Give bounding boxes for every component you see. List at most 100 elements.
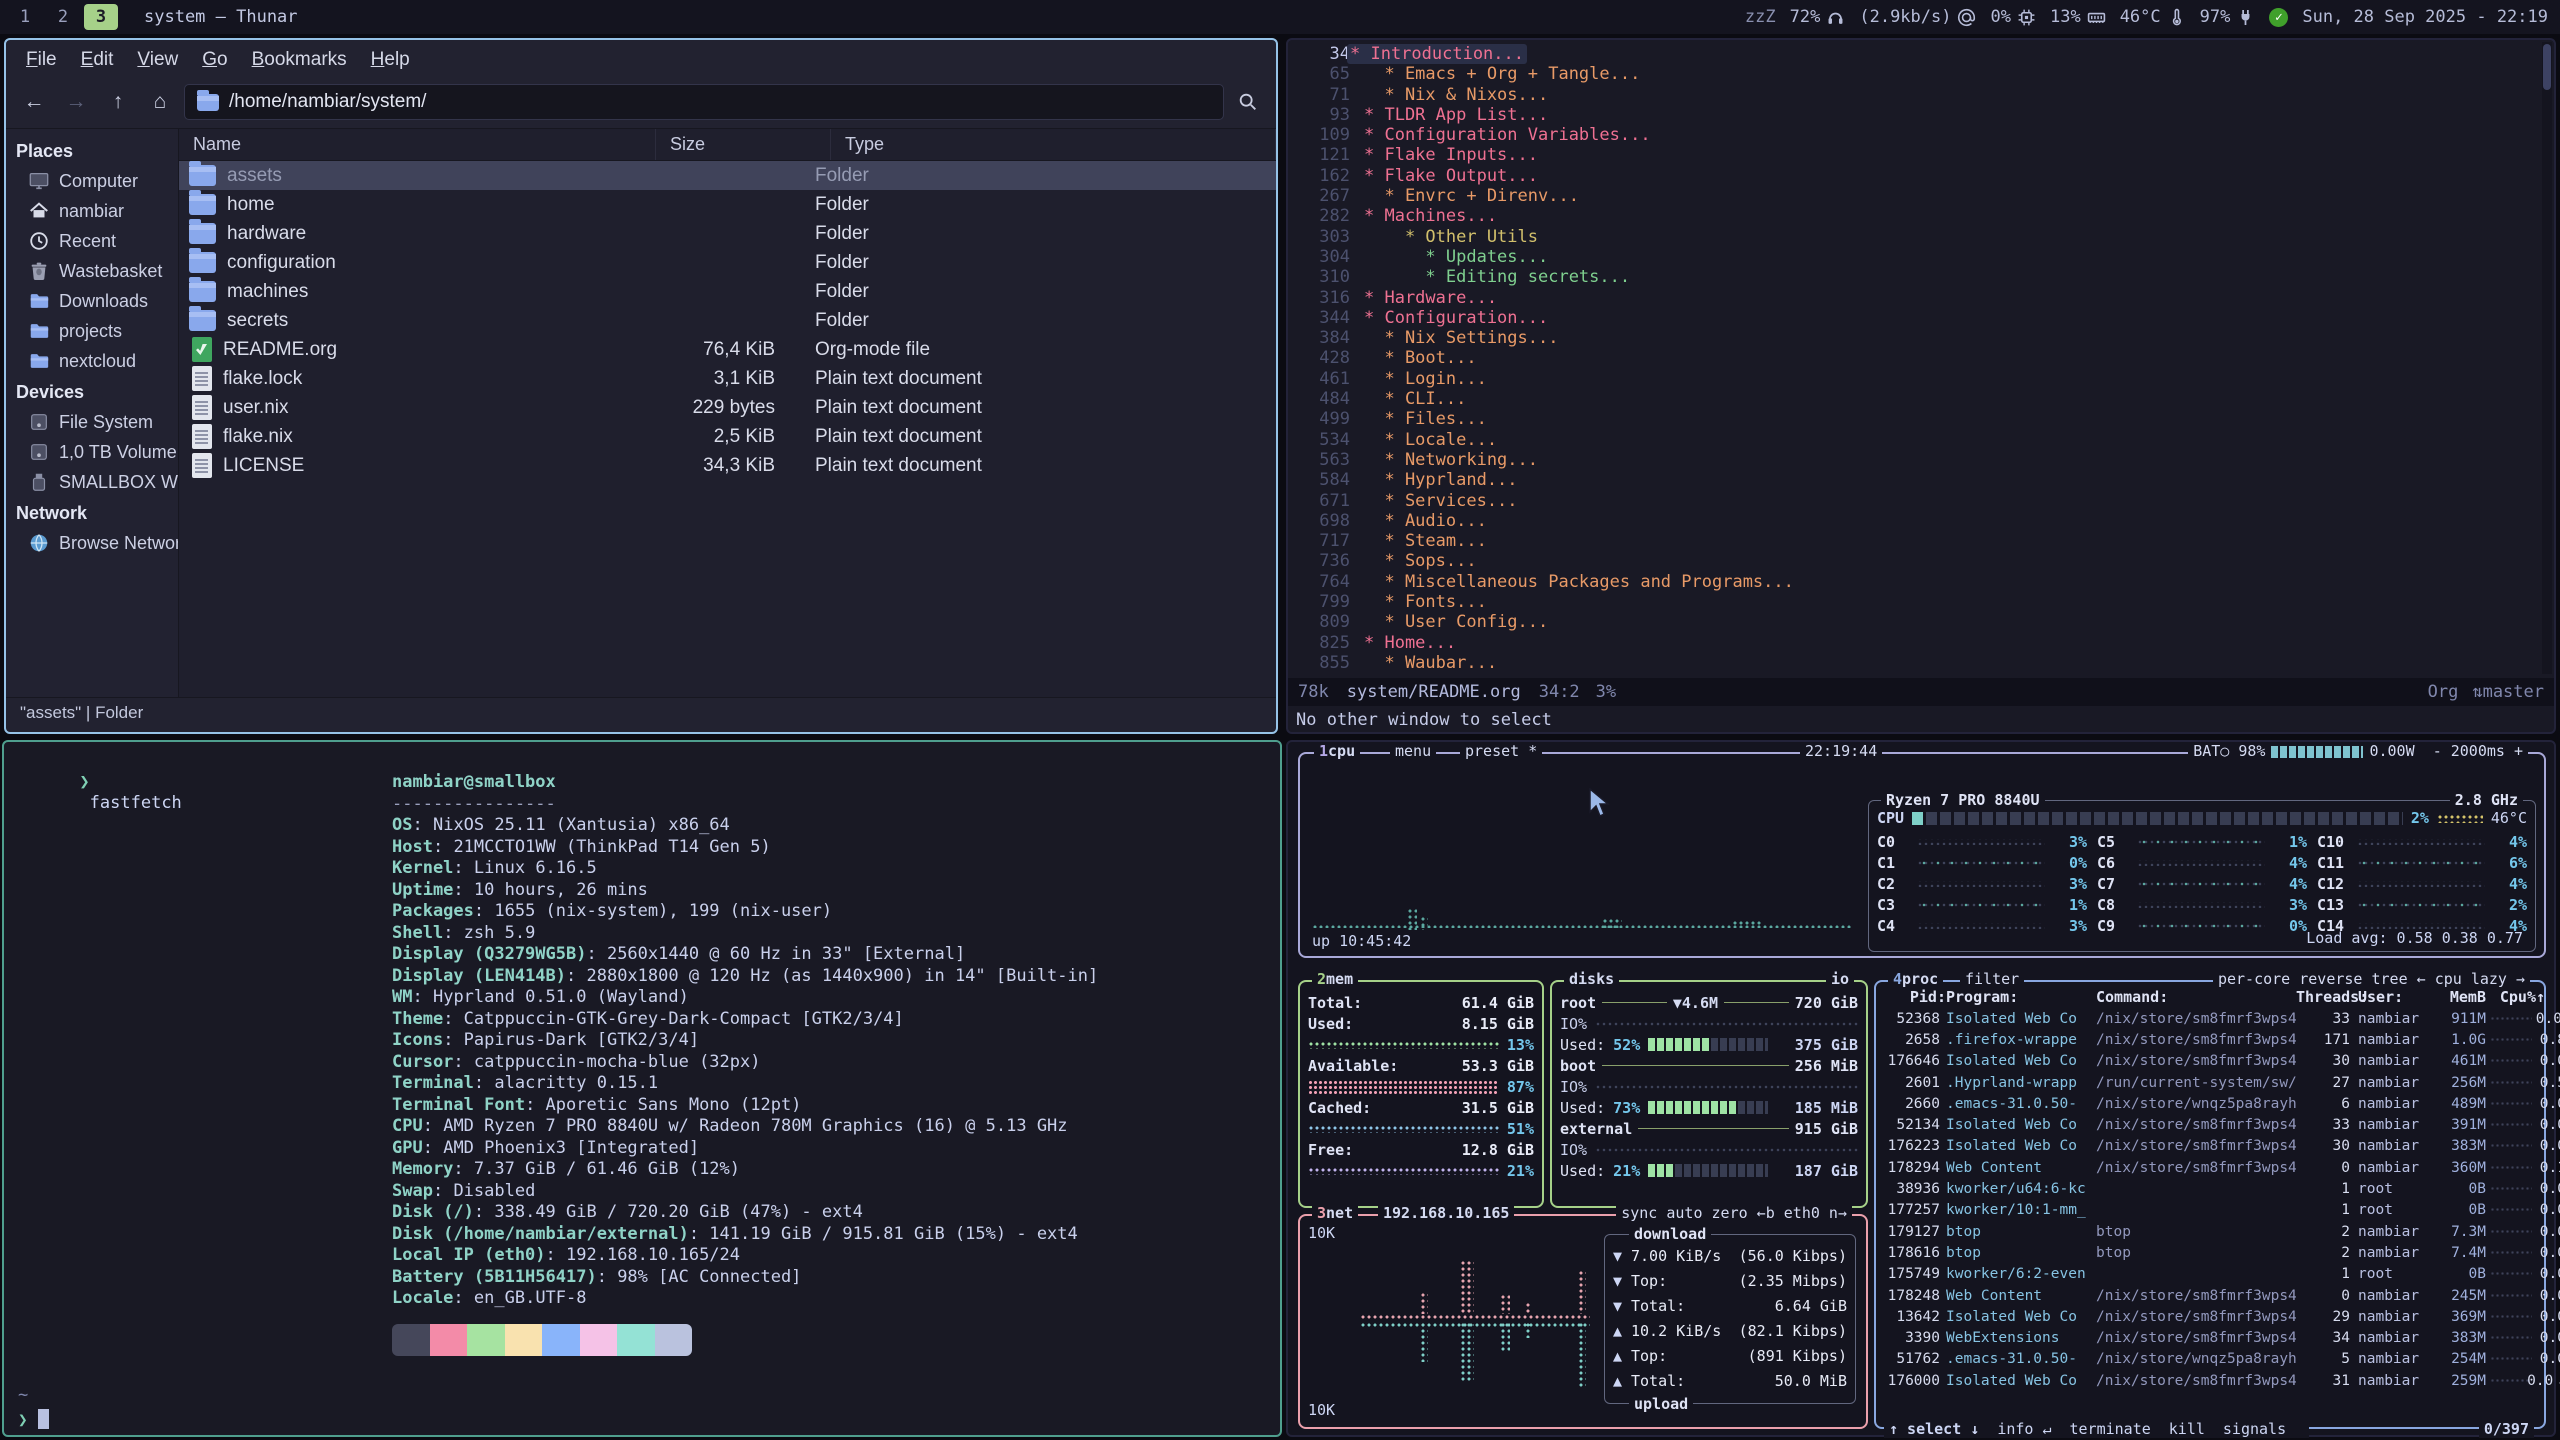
sidebar-item-downloads[interactable]: Downloads [6, 286, 178, 316]
proc-action-terminate[interactable]: terminate [2070, 1420, 2151, 1438]
menu-go[interactable]: Go [192, 46, 237, 74]
column-type[interactable]: Type [831, 129, 1276, 160]
org-heading-line[interactable]: 484 * CLI... [1288, 389, 2540, 409]
forward-button[interactable]: → [58, 86, 94, 118]
column-size[interactable]: Size [656, 129, 831, 160]
org-heading-line[interactable]: 698 * Audio... [1288, 511, 2540, 531]
scrollbar-thumb[interactable] [2543, 44, 2551, 90]
org-heading-line[interactable]: 736 * Sops... [1288, 551, 2540, 571]
menu-bookmarks[interactable]: Bookmarks [242, 46, 357, 74]
file-row[interactable]: configurationFolder [179, 248, 1276, 277]
process-row[interactable]: 51762.emacs-31.0.50-/nix/store/wnqz5pa8r… [1876, 1349, 2544, 1370]
org-heading-line[interactable]: 121* Flake Inputs... [1288, 145, 2540, 165]
process-row[interactable]: 176000Isolated Web Co/nix/store/sm8fmrf3… [1876, 1370, 2544, 1391]
sidebar-item-nextcloud[interactable]: nextcloud [6, 346, 178, 376]
tab-mem[interactable]: 2mem [1312, 970, 1358, 988]
search-button[interactable] [1230, 86, 1266, 118]
menu-edit[interactable]: Edit [71, 46, 124, 74]
sidebar-item-file-system[interactable]: File System [6, 407, 178, 437]
org-heading-line[interactable]: 34* Introduction... [1288, 44, 2540, 64]
proc-header-command[interactable]: Command: [2096, 988, 2296, 1006]
org-heading-line[interactable]: 65 * Emacs + Org + Tangle... [1288, 64, 2540, 84]
shell-prompt[interactable]: ❯ [18, 1409, 49, 1429]
process-row[interactable]: 52368Isolated Web Co/nix/store/sm8fmrf3w… [1876, 1008, 2544, 1029]
proc-header-user[interactable]: User: [2358, 988, 2436, 1006]
org-heading-line[interactable]: 267 * Envrc + Direnv... [1288, 186, 2540, 206]
menu-file[interactable]: File [16, 46, 67, 74]
proc-action-kill[interactable]: kill [2169, 1420, 2205, 1438]
sidebar-item-projects[interactable]: projects [6, 316, 178, 346]
sidebar-item-wastebasket[interactable]: Wastebasket [6, 256, 178, 286]
workspace-button-2[interactable]: 2 [46, 4, 80, 30]
org-heading-line[interactable]: 534 * Locale... [1288, 430, 2540, 450]
process-row[interactable]: 52134Isolated Web Co/nix/store/sm8fmrf3w… [1876, 1114, 2544, 1135]
proc-header-program[interactable]: Program: [1946, 988, 2096, 1006]
sidebar-item-smallbox-wi-[interactable]: SMALLBOX Wi... [6, 467, 178, 497]
emacs-scrollbar[interactable] [2542, 42, 2552, 674]
org-heading-line[interactable]: 799 * Fonts... [1288, 592, 2540, 612]
proc-header-cpu%[interactable]: Cpu% [2486, 988, 2536, 1006]
process-row[interactable]: 178248Web Content/nix/store/sm8fmrf3wps4… [1876, 1285, 2544, 1306]
org-heading-line[interactable]: 563 * Networking... [1288, 450, 2540, 470]
io-mode-button[interactable]: io [1826, 970, 1854, 988]
process-row[interactable]: 2601.Hyprland-wrapp/run/current-system/s… [1876, 1072, 2544, 1093]
menu-view[interactable]: View [127, 46, 188, 74]
process-row[interactable]: 38936kworker/u64:6-kc1root0B0.0 [1876, 1178, 2544, 1199]
file-row[interactable]: machinesFolder [179, 277, 1276, 306]
org-heading-line[interactable]: 499 * Files... [1288, 409, 2540, 429]
sidebar-item-1-0-tb-volume[interactable]: 1,0 TB Volume [6, 437, 178, 467]
update-interval[interactable]: - 2000ms + [2433, 742, 2523, 760]
process-row[interactable]: 2658.firefox-wrappe/nix/store/sm8fmrf3wp… [1876, 1029, 2544, 1050]
process-row[interactable]: 177257kworker/10:1-mm_1root0B0.0 [1876, 1200, 2544, 1221]
org-heading-line[interactable]: 316* Hardware... [1288, 288, 2540, 308]
file-row[interactable]: homeFolder [179, 190, 1276, 219]
workspace-button-1[interactable]: 1 [8, 4, 42, 30]
org-heading-line[interactable]: 717 * Steam... [1288, 531, 2540, 551]
org-heading-line[interactable]: 109* Configuration Variables... [1288, 125, 2540, 145]
proc-action-signals[interactable]: signals [2223, 1420, 2286, 1438]
filter-button[interactable]: filter [1960, 970, 2024, 988]
org-heading-line[interactable]: 303 * Other Utils [1288, 227, 2540, 247]
column-name[interactable]: Name [179, 129, 656, 160]
process-row[interactable]: 176223Isolated Web Co/nix/store/sm8fmrf3… [1876, 1136, 2544, 1157]
tab-cpu[interactable]: 1cpu [1314, 742, 1360, 760]
org-heading-line[interactable]: 304 * Updates... [1288, 247, 2540, 267]
proc-action-info[interactable]: info ↵ [1997, 1420, 2051, 1438]
org-heading-line[interactable]: 461 * Login... [1288, 369, 2540, 389]
org-heading-line[interactable]: 93* TLDR App List... [1288, 105, 2540, 125]
org-heading-line[interactable]: 764 * Miscellaneous Packages and Program… [1288, 572, 2540, 592]
file-row[interactable]: flake.lock3,1 KiBPlain text document [179, 364, 1276, 393]
tab-disks[interactable]: disks [1564, 970, 1619, 988]
process-row[interactable]: 176646Isolated Web Co/nix/store/sm8fmrf3… [1876, 1051, 2544, 1072]
file-row[interactable]: README.org76,4 KiBOrg-mode file [179, 335, 1276, 364]
process-row[interactable]: 2660.emacs-31.0.50-/nix/store/wnqz5pa8ra… [1876, 1093, 2544, 1114]
up-button[interactable]: ↑ [100, 86, 136, 118]
process-row[interactable]: 3390WebExtensions/nix/store/sm8fmrf3wps4… [1876, 1327, 2544, 1348]
proc-header-[interactable]: ↑ [2536, 988, 2560, 1006]
org-heading-line[interactable]: 71 * Nix & Nixos... [1288, 85, 2540, 105]
sidebar-item-browse-network[interactable]: Browse Network [6, 528, 178, 558]
menu-help[interactable]: Help [361, 46, 420, 74]
file-row[interactable]: LICENSE34,3 KiBPlain text document [179, 451, 1276, 480]
proc-header-pid[interactable]: Pid: [1882, 988, 1946, 1006]
preset-button[interactable]: preset * [1460, 742, 1542, 760]
org-heading-line[interactable]: 310 * Editing secrets... [1288, 267, 2540, 287]
org-heading-line[interactable]: 282* Machines... [1288, 206, 2540, 226]
back-button[interactable]: ← [16, 86, 52, 118]
org-heading-line[interactable]: 825* Home... [1288, 633, 2540, 653]
org-heading-line[interactable]: 809 * User Config... [1288, 612, 2540, 632]
file-row[interactable]: secretsFolder [179, 306, 1276, 335]
org-heading-line[interactable]: 344* Configuration... [1288, 308, 2540, 328]
process-row[interactable]: 179127btopbtop2nambiar7.3M0.0 [1876, 1221, 2544, 1242]
process-row[interactable]: 178294Web Content/nix/store/sm8fmrf3wps4… [1876, 1157, 2544, 1178]
file-row[interactable]: user.nix229 bytesPlain text document [179, 393, 1276, 422]
path-bar[interactable]: /home/nambiar/system/ [184, 84, 1224, 120]
file-row[interactable]: hardwareFolder [179, 219, 1276, 248]
process-row[interactable]: 175749kworker/6:2-even1root0B0.0 [1876, 1264, 2544, 1285]
org-heading-line[interactable]: 671 * Services... [1288, 491, 2540, 511]
sidebar-item-computer[interactable]: Computer [6, 166, 178, 196]
org-heading-line[interactable]: 428 * Boot... [1288, 348, 2540, 368]
proc-header-memb[interactable]: MemB [2436, 988, 2486, 1006]
process-row[interactable]: 13642Isolated Web Co/nix/store/sm8fmrf3w… [1876, 1306, 2544, 1327]
tab-net[interactable]: 3net [1312, 1204, 1358, 1222]
